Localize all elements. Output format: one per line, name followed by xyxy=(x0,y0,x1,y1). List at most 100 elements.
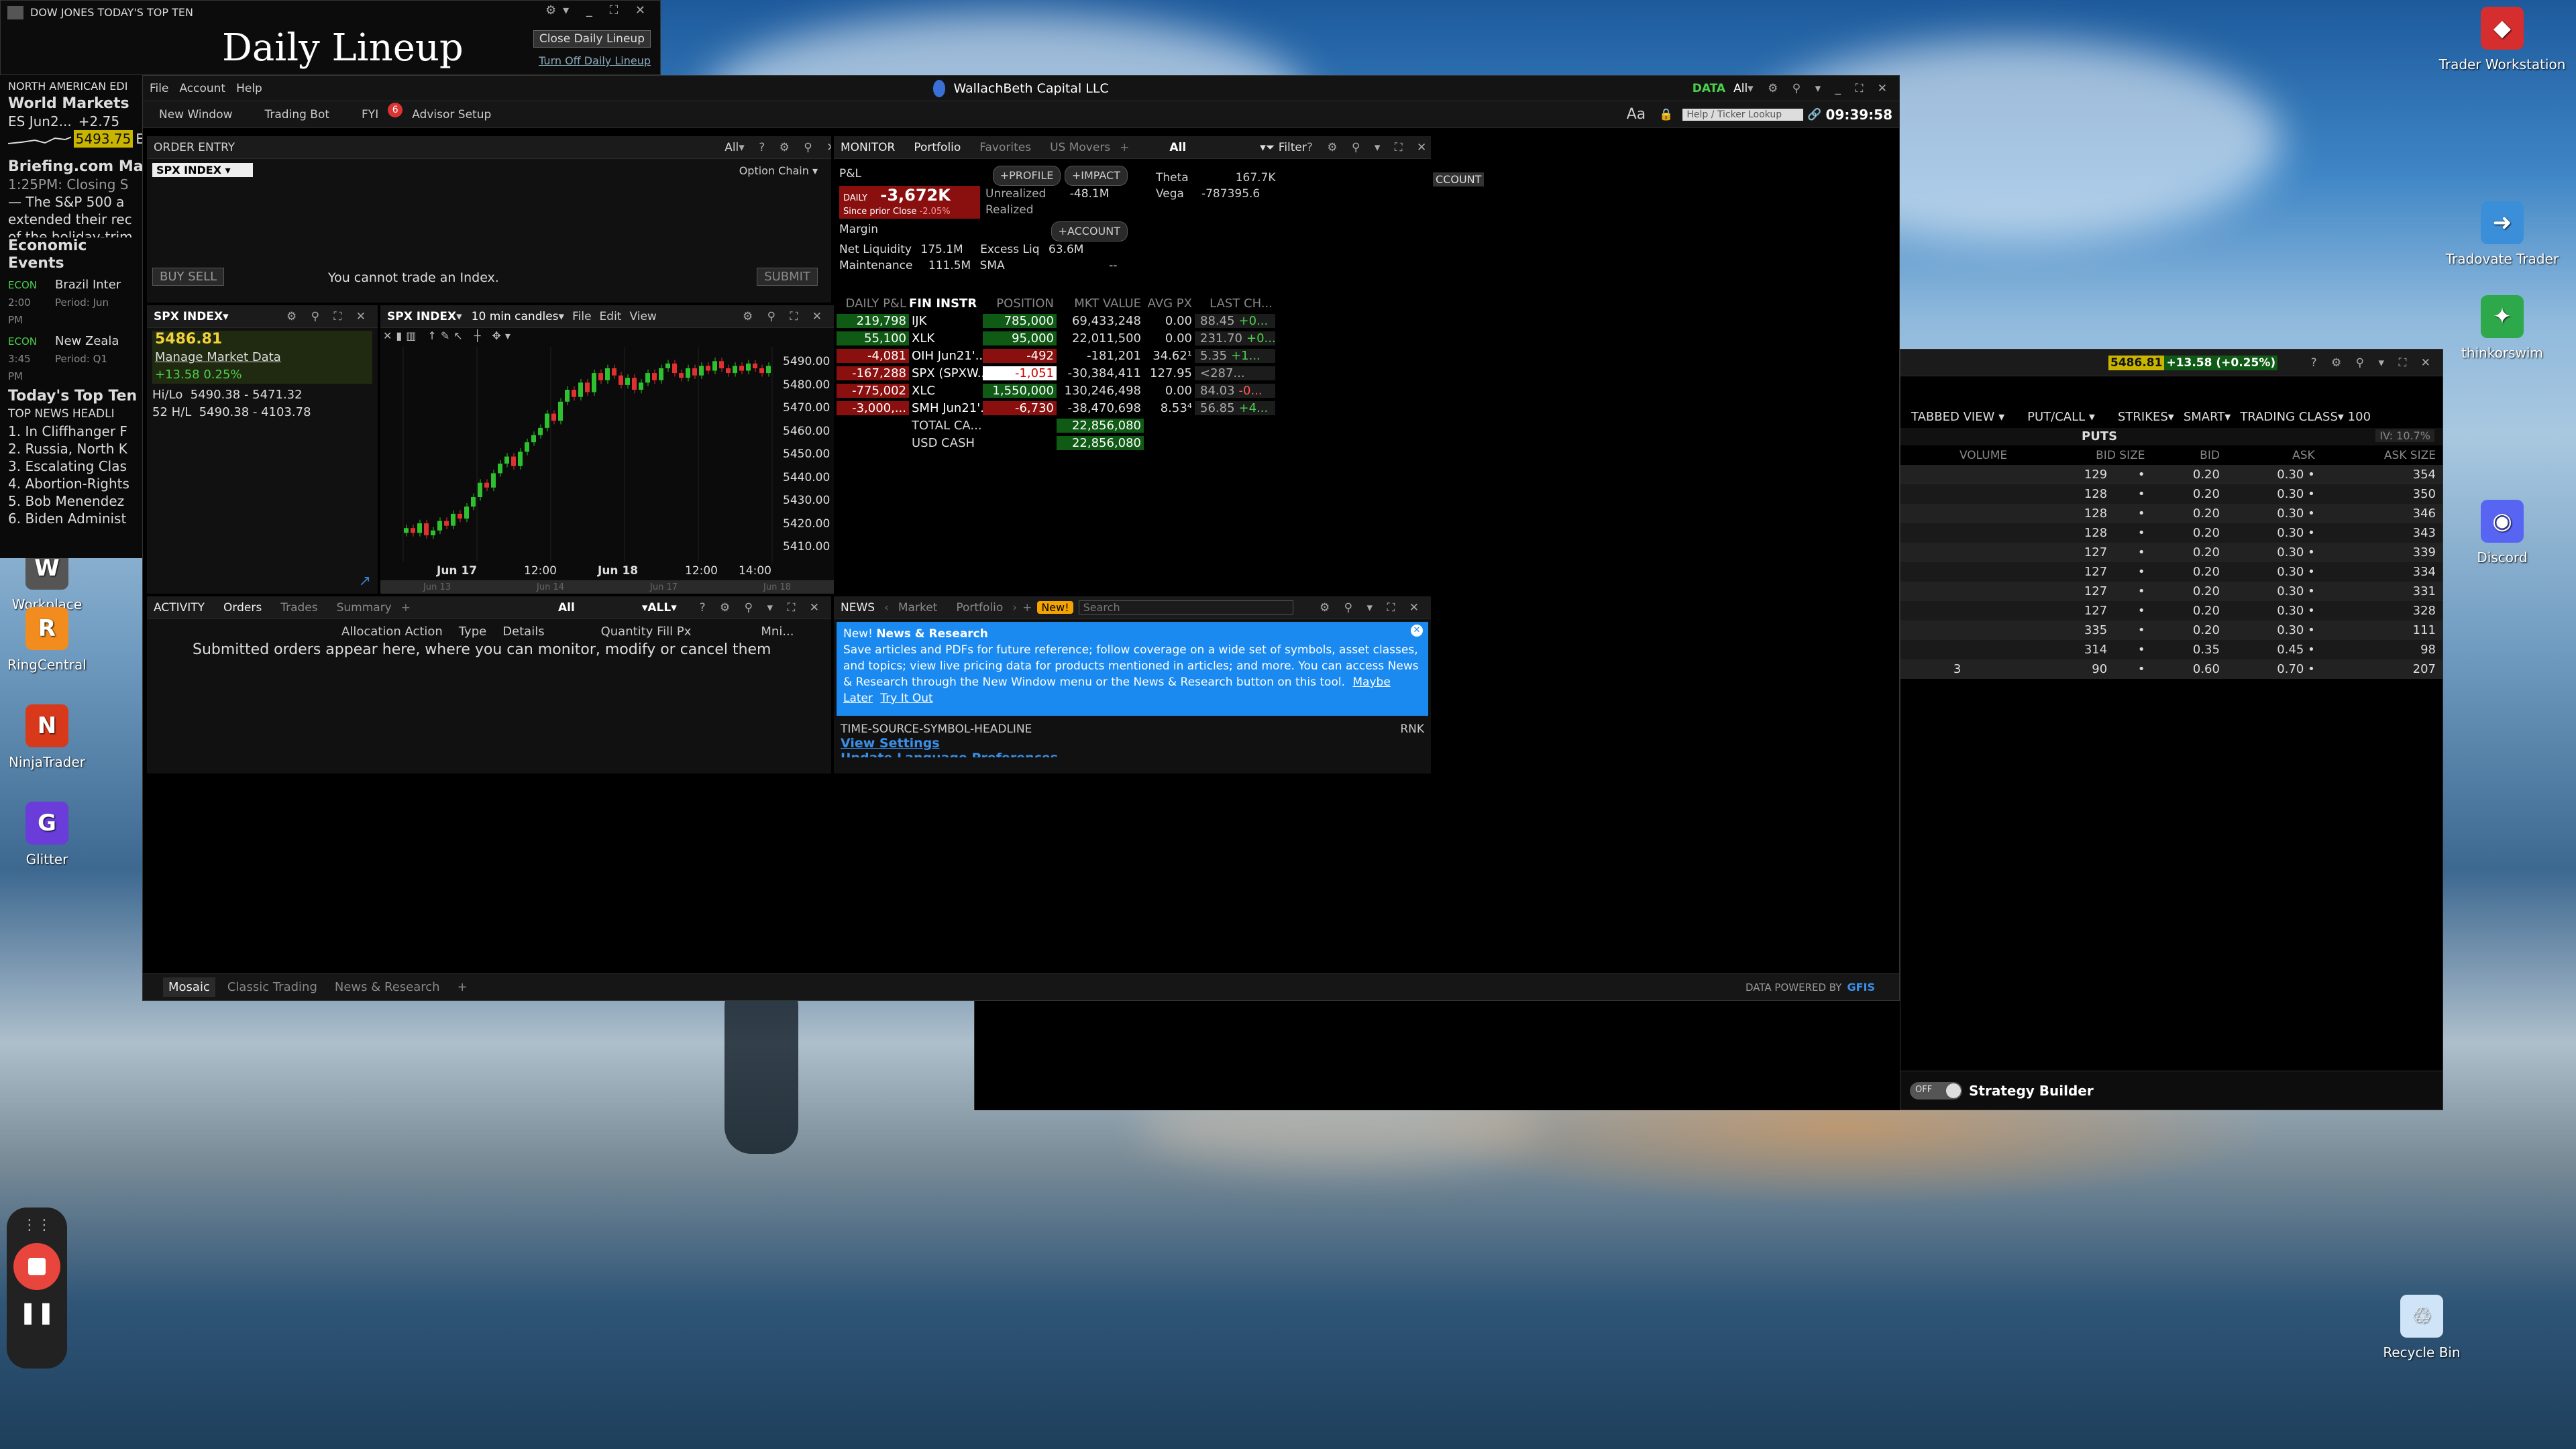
tab-trades[interactable]: Trades xyxy=(271,601,327,614)
filter-button[interactable]: ▾⏷ Filter xyxy=(1260,141,1307,154)
chevron-down-icon[interactable]: ▾ xyxy=(223,310,229,323)
chart-drawing-toolbar[interactable]: ✕▮▥ ↑✎↖ ┼ ✥▾ xyxy=(383,329,515,342)
tab-favorites[interactable]: Favorites xyxy=(970,141,1040,154)
tab-news[interactable]: NEWS xyxy=(841,601,884,614)
headline-item[interactable]: 3. Escalating Clas xyxy=(8,458,144,475)
strategy-builder-toggle[interactable]: OFF xyxy=(1910,1081,1962,1099)
add-tab-icon[interactable]: + xyxy=(1120,141,1129,154)
briefing-title[interactable]: Briefing.com Ma xyxy=(8,158,144,176)
option-cell[interactable]: 0.20 xyxy=(2152,562,2226,582)
news-search-input[interactable]: Search xyxy=(1078,600,1293,614)
trading-class-select[interactable]: TRADING CLASS▾ 100 xyxy=(2240,410,2371,424)
lineup-window-controls[interactable]: ⚙▾ _ ⛶ ✕ xyxy=(545,3,652,17)
link-icon[interactable]: 🔗 xyxy=(1807,108,1821,121)
option-cell[interactable]: 0.35 xyxy=(2152,640,2226,659)
window-controls[interactable]: ▾ ⚙ ⚲ ▾ _ ⛶ ✕ xyxy=(1748,82,1892,95)
panel-controls[interactable]: ⚙ ⚲ ⛶ ✕ xyxy=(286,310,371,323)
table-row[interactable]: -3,000,...SMH Jun21'...-6,730 -38,470,698… xyxy=(837,399,1293,417)
option-cell[interactable]: 0.30 • xyxy=(2226,504,2322,523)
fyi-button[interactable]: FYI xyxy=(352,108,388,121)
manage-market-data-link[interactable]: Manage Market Data xyxy=(152,349,372,366)
tab-mosaic[interactable]: Mosaic xyxy=(163,977,215,997)
portfolio-column-header[interactable]: AVG PX xyxy=(1144,297,1195,311)
table-row[interactable]: 127 • 0.20 0.30 • 339 xyxy=(1900,543,2443,562)
put-call-select[interactable]: PUT/CALL ▾ xyxy=(2027,410,2095,424)
portfolio-column-header[interactable]: FIN INSTR xyxy=(909,297,983,311)
table-row[interactable]: 127 • 0.20 0.30 • 328 xyxy=(1900,601,2443,621)
account-tag[interactable]: CCOUNT xyxy=(1433,172,1485,186)
headline-item[interactable]: 2. Russia, North K xyxy=(8,440,144,458)
col-type[interactable]: Type xyxy=(459,625,486,639)
tab-news-research[interactable]: News & Research xyxy=(335,980,440,994)
portfolio-column-header[interactable]: POSITION xyxy=(983,297,1057,311)
desktop-icon[interactable]: G Glitter xyxy=(0,802,114,867)
option-cell[interactable]: 0.20 xyxy=(2152,601,2226,621)
tab-monitor[interactable]: MONITOR xyxy=(841,141,904,154)
option-cell[interactable]: 0.30 • xyxy=(2226,543,2322,562)
desktop-icon[interactable]: ◆ Trader Workstation xyxy=(2435,7,2569,72)
option-cell[interactable]: 0.20 xyxy=(2152,621,2226,640)
add-tab-icon[interactable]: + xyxy=(401,601,411,614)
table-row[interactable]: -167,288 SPX (SPXW... -1,051 -30,384,411 127… xyxy=(837,364,1293,382)
chart-interval[interactable]: 10 min candles xyxy=(472,310,559,323)
chart-menu-view[interactable]: View xyxy=(629,310,656,323)
data-filter[interactable]: All xyxy=(1733,82,1748,95)
table-row[interactable]: 219,798 IJK 785,000 69,433,248 0.00 88.45 +0..… xyxy=(837,312,1293,329)
buy-sell-toggle[interactable]: BUY SELL xyxy=(152,268,225,286)
option-cell[interactable]: 0.30 • xyxy=(2226,582,2322,601)
col-quantity[interactable]: Quantity Fill Px xyxy=(601,625,692,639)
chart-symbol[interactable]: SPX INDEX xyxy=(387,310,456,323)
desktop-icon[interactable]: ◉ Discord xyxy=(2435,500,2569,566)
option-cell[interactable]: 0.60 xyxy=(2152,659,2226,679)
table-row[interactable]: 128 • 0.20 0.30 • 350 xyxy=(1900,484,2443,504)
portfolio-column-header[interactable]: DAILY P&L xyxy=(837,297,909,311)
table-row[interactable]: 128 • 0.20 0.30 • 346 xyxy=(1900,504,2443,523)
option-cell[interactable]: 0.45 • xyxy=(2226,640,2322,659)
tab-classic-trading[interactable]: Classic Trading xyxy=(227,980,317,994)
desktop-icon[interactable]: ♲ Recycle Bin xyxy=(2355,1295,2489,1360)
font-size-button[interactable]: Aa xyxy=(1627,106,1646,123)
col-mni[interactable]: Mni... xyxy=(761,625,794,639)
activity-filter-all[interactable]: All xyxy=(558,601,575,614)
try-it-out-link[interactable]: Try It Out xyxy=(880,692,932,705)
impact-button[interactable]: +IMPACT xyxy=(1064,166,1128,186)
table-row[interactable]: 127 • 0.20 0.30 • 331 xyxy=(1900,582,2443,601)
option-cell[interactable]: 0.70 • xyxy=(2226,659,2322,679)
chevron-down-icon[interactable]: ▾ xyxy=(559,310,565,323)
close-daily-lineup-button[interactable]: Close Daily Lineup xyxy=(533,30,651,48)
chart-navigator[interactable]: Jun 13 Jun 14 Jun 17 Jun 18 xyxy=(380,580,834,594)
tab-market[interactable]: Market xyxy=(889,601,947,614)
chart-menu-edit[interactable]: Edit xyxy=(600,310,622,323)
option-cell[interactable]: 0.20 xyxy=(2152,523,2226,543)
tab-portfolio[interactable]: Portfolio xyxy=(904,141,970,154)
col-details[interactable]: Details xyxy=(502,625,544,639)
tab-orders[interactable]: Orders xyxy=(214,601,271,614)
chart-menu-file[interactable]: File xyxy=(572,310,591,323)
expand-arrow-icon[interactable]: ↗ xyxy=(359,573,371,590)
drag-handle-icon[interactable]: ⋮⋮ xyxy=(7,1217,67,1234)
tab-portfolio-news[interactable]: Portfolio xyxy=(947,601,1012,614)
table-row[interactable]: 129 • 0.20 0.30 • 354 xyxy=(1900,465,2443,484)
option-column-header[interactable]: ASK SIZE xyxy=(2322,445,2443,465)
portfolio-column-header[interactable]: LAST CH... xyxy=(1195,297,1275,311)
option-cell[interactable]: 0.20 xyxy=(2152,504,2226,523)
menu-file[interactable]: File xyxy=(150,82,168,95)
desktop-icon[interactable]: N NinjaTrader xyxy=(0,704,114,770)
turn-off-daily-lineup-link[interactable]: Turn Off Daily Lineup xyxy=(539,54,651,67)
option-cell[interactable]: 0.30 • xyxy=(2226,621,2322,640)
panel-controls[interactable]: ▾ ? ⚙ ⚲ ✕ xyxy=(739,141,831,154)
table-row[interactable]: 314 • 0.35 0.45 • 98 xyxy=(1900,640,2443,659)
headline-item[interactable]: 6. Biden Administ xyxy=(8,510,144,527)
es-symbol[interactable]: ES Jun2... xyxy=(8,113,72,130)
smart-select[interactable]: SMART▾ xyxy=(2184,410,2231,424)
desktop-icon[interactable]: ✦ thinkorswim xyxy=(2435,295,2569,361)
view-settings-link[interactable]: View Settings xyxy=(841,736,1431,751)
world-markets-title[interactable]: World Markets xyxy=(8,95,144,113)
monitor-filter-all[interactable]: All xyxy=(1169,141,1186,154)
tab-summary[interactable]: Summary xyxy=(327,601,401,614)
table-row[interactable]: 55,100 XLK 95,000 22,011,500 0.00 231.70 +0... xyxy=(837,329,1293,347)
table-row[interactable]: 335 • 0.20 0.30 • 111 xyxy=(1900,621,2443,640)
submit-button[interactable]: SUBMIT xyxy=(757,268,818,286)
table-row[interactable]: -775,002 XLC 1,550,000 130,246,498 0.00 84.03… xyxy=(837,382,1293,399)
econ-event-title[interactable]: Brazil Inter xyxy=(55,276,121,294)
